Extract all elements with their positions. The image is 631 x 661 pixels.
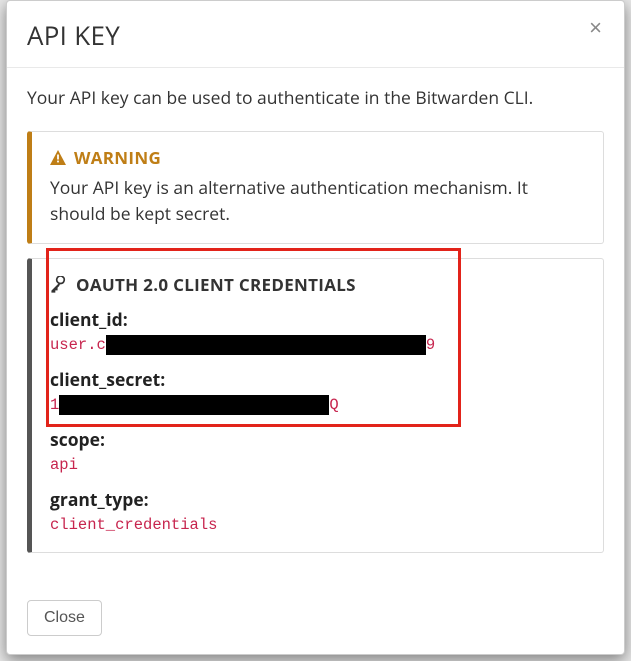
warning-heading-row: WARNING: [50, 146, 585, 169]
client-id-suffix: 9: [426, 336, 435, 354]
scope-label: scope:: [50, 428, 585, 452]
client-id-prefix: user.c: [50, 336, 106, 354]
credentials-callout: OAUTH 2.0 CLIENT CREDENTIALS client_id: …: [27, 258, 604, 553]
redaction-bar: [59, 395, 329, 415]
modal-body: Your API key can be used to authenticate…: [7, 68, 624, 586]
warning-body: Your API key is an alternative authentic…: [50, 175, 585, 228]
close-icon[interactable]: ×: [587, 17, 604, 39]
grant-type-value-row: client_credentials: [50, 514, 585, 536]
modal-footer: Close: [7, 586, 624, 654]
scope-value-row: api: [50, 454, 585, 476]
warning-heading: WARNING: [74, 146, 161, 169]
client-id-label: client_id:: [50, 308, 585, 332]
grant-type-value: client_credentials: [50, 516, 217, 534]
close-button[interactable]: Close: [27, 600, 102, 636]
client-id-value: user.c 9: [50, 334, 585, 356]
api-key-modal: API KEY × Your API key can be used to au…: [6, 0, 625, 655]
client-secret-suffix: Q: [329, 396, 338, 414]
client-secret-label: client_secret:: [50, 368, 585, 392]
modal-header: API KEY ×: [7, 1, 624, 68]
key-icon: [50, 276, 68, 294]
warning-icon: [50, 150, 66, 165]
intro-text: Your API key can be used to authenticate…: [27, 86, 604, 111]
client-secret-prefix: 1: [50, 396, 59, 414]
client-secret-value: 1 Q: [50, 394, 585, 416]
credentials-heading-row: OAUTH 2.0 CLIENT CREDENTIALS: [50, 273, 585, 296]
scope-value: api: [50, 456, 78, 474]
warning-callout: WARNING Your API key is an alternative a…: [27, 131, 604, 245]
redaction-bar: [106, 335, 426, 355]
modal-title: API KEY: [27, 17, 120, 53]
grant-type-label: grant_type:: [50, 488, 585, 512]
credentials-heading: OAUTH 2.0 CLIENT CREDENTIALS: [76, 273, 356, 296]
